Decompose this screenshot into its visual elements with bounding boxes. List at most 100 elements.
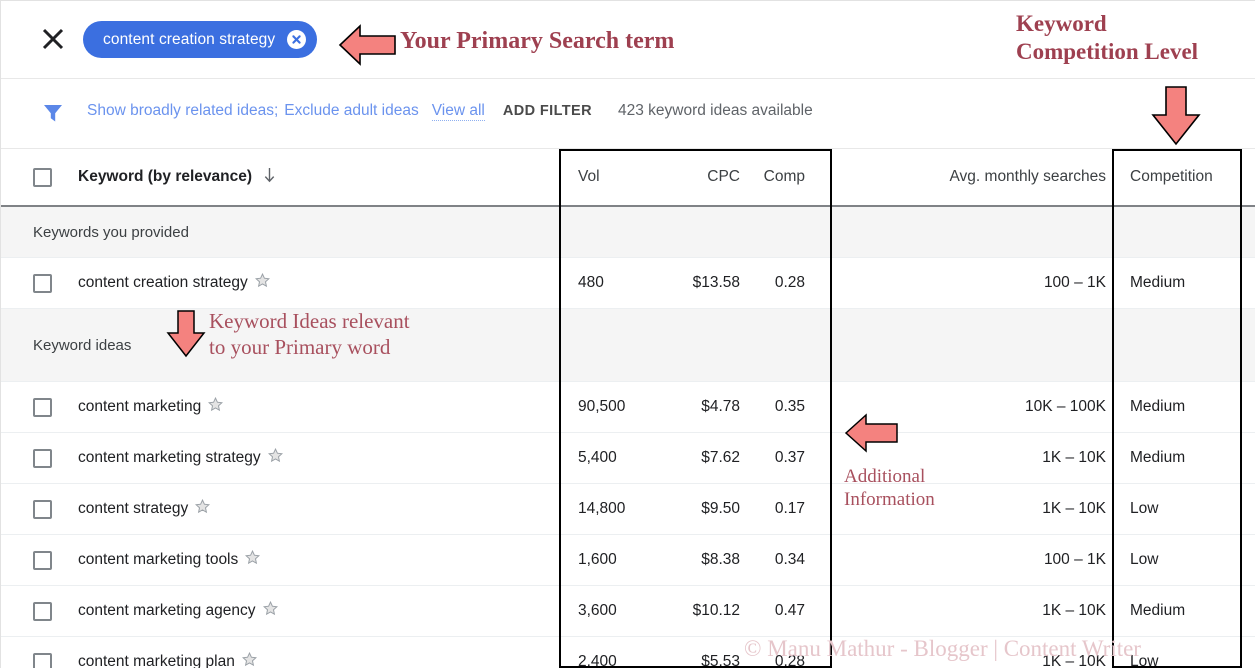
favorite-star-icon[interactable]	[254, 272, 270, 293]
group-cell-cpc	[650, 309, 740, 381]
table-row[interactable]: content creation strategy 480 $13.58 0.2…	[1, 258, 1255, 309]
filter-funnel-icon[interactable]	[42, 102, 64, 124]
row-keyword-cell: content marketing strategy	[1, 433, 560, 483]
group-cell-vol	[560, 309, 650, 381]
row-comp-cell: 0.37	[740, 433, 831, 483]
filter-links-group: Show broadly related ideas; Exclude adul…	[87, 102, 813, 121]
group-row-keywords-you-provided: Keywords you provided	[1, 207, 1255, 258]
row-comp-cell: 0.17	[740, 484, 831, 534]
row-checkbox[interactable]	[33, 273, 52, 293]
favorite-star-icon[interactable]	[208, 396, 224, 417]
group-cell-competition	[1113, 207, 1255, 257]
row-comp-value: 0.28	[774, 653, 805, 668]
row-vol-cell: 5,400	[560, 433, 650, 483]
row-vol-value: 480	[578, 274, 604, 291]
header-cell-avg-monthly-searches[interactable]: Avg. monthly searches	[831, 149, 1113, 205]
row-checkbox[interactable]	[33, 499, 52, 519]
filter-link-broadly-related[interactable]: Show broadly related ideas;	[87, 102, 278, 120]
header-cell-vol[interactable]: Vol	[560, 149, 650, 205]
row-competition-value: Medium	[1130, 274, 1186, 291]
row-cpc-value: $5.53	[701, 653, 740, 668]
row-vol-value: 3,600	[578, 602, 617, 619]
row-keyword-cell: content marketing	[1, 382, 560, 432]
row-comp-cell: 0.34	[740, 535, 831, 585]
table-row[interactable]: content marketing agency 3,600 $10.12 0.47 1…	[1, 586, 1255, 637]
header-cell-competition[interactable]: Competition	[1113, 149, 1255, 205]
row-ams-cell: 1K – 10K	[831, 586, 1113, 636]
row-competition-cell: Medium	[1113, 433, 1255, 483]
row-comp-value: 0.35	[774, 398, 805, 415]
sort-descending-icon[interactable]	[263, 167, 276, 188]
keyword-idea-rows: content marketing 90,500 $4.78 0.35 10K – 10…	[1, 382, 1255, 668]
row-competition-value: Low	[1130, 500, 1159, 517]
row-cpc-cell: $4.78	[650, 382, 740, 432]
row-vol-value: 5,400	[578, 449, 617, 466]
chip-remove-icon[interactable]	[287, 30, 307, 49]
row-comp-value: 0.28	[774, 274, 805, 291]
row-ams-value: 100 – 1K	[1043, 274, 1106, 291]
keyword-ideas-count: 423 keyword ideas available	[617, 102, 813, 119]
row-keyword-label: content strategy	[78, 500, 189, 517]
row-competition-value: Medium	[1130, 449, 1186, 466]
row-vol-value: 2,400	[578, 653, 617, 668]
row-competition-cell: Medium	[1113, 586, 1255, 636]
favorite-star-icon[interactable]	[241, 651, 257, 668]
row-competition-value: Medium	[1130, 398, 1186, 415]
header-cell-cpc[interactable]: CPC	[650, 149, 740, 205]
favorite-star-icon[interactable]	[245, 549, 261, 570]
row-cpc-cell: $7.62	[650, 433, 740, 483]
table-row[interactable]: content marketing plan 2,400 $5.53 0.28 1K –…	[1, 637, 1255, 668]
row-keyword-cell: content marketing agency	[1, 586, 560, 636]
row-vol-value: 90,500	[578, 398, 626, 415]
row-cpc-value: $10.12	[692, 602, 740, 619]
row-cpc-cell: $8.38	[650, 535, 740, 585]
table-row[interactable]: content strategy 14,800 $9.50 0.17 1K – 10K L…	[1, 484, 1255, 535]
row-ams-cell: 1K – 10K	[831, 433, 1113, 483]
row-competition-cell: Low	[1113, 484, 1255, 534]
group-row-keyword-ideas: Keyword ideas	[1, 309, 1255, 382]
row-checkbox[interactable]	[33, 601, 52, 621]
group-label-text: Keyword ideas	[33, 336, 132, 354]
header-cpc-label: CPC	[707, 168, 740, 185]
row-ams-cell: 1K – 10K	[831, 484, 1113, 534]
header-cell-keyword[interactable]: Keyword (by relevance)	[1, 149, 560, 205]
add-filter-button[interactable]: ADD FILTER	[503, 103, 592, 119]
row-competition-value: Low	[1130, 551, 1159, 568]
favorite-star-icon[interactable]	[267, 447, 283, 468]
header-competition-label: Competition	[1130, 168, 1213, 185]
group-cell-cpc	[650, 207, 740, 257]
header-keyword-label: Keyword (by relevance)	[78, 168, 253, 185]
close-icon[interactable]	[40, 26, 66, 52]
favorite-star-icon[interactable]	[262, 600, 278, 621]
group-label-text: Keywords you provided	[33, 223, 189, 241]
row-checkbox[interactable]	[33, 397, 52, 417]
select-all-checkbox[interactable]	[33, 167, 52, 187]
row-keyword-cell: content marketing tools	[1, 535, 560, 585]
row-vol-cell: 90,500	[560, 382, 650, 432]
row-checkbox[interactable]	[33, 550, 52, 570]
row-cpc-cell: $9.50	[650, 484, 740, 534]
row-vol-cell: 1,600	[560, 535, 650, 585]
row-keyword-label: content marketing tools	[78, 551, 239, 568]
header-cell-comp[interactable]: Comp	[740, 149, 831, 205]
filter-link-exclude-adult[interactable]: Exclude adult ideas	[284, 102, 418, 120]
table-row[interactable]: content marketing tools 1,600 $8.38 0.34 100…	[1, 535, 1255, 586]
row-keyword-label: content marketing plan	[78, 653, 235, 668]
row-ams-value: 1K – 10K	[1042, 653, 1106, 668]
row-vol-value: 14,800	[578, 500, 626, 517]
table-header-row: Keyword (by relevance) Vol CPC Comp Avg.…	[1, 149, 1255, 207]
row-ams-value: 1K – 10K	[1042, 449, 1106, 466]
favorite-star-icon[interactable]	[195, 498, 211, 519]
table-row[interactable]: content marketing 90,500 $4.78 0.35 10K – 10…	[1, 382, 1255, 433]
group-cell-vol	[560, 207, 650, 257]
row-comp-cell: 0.47	[740, 586, 831, 636]
row-comp-value: 0.17	[774, 500, 805, 517]
table-row[interactable]: content marketing strategy 5,400 $7.62 0.37…	[1, 433, 1255, 484]
row-keyword-label: content marketing agency	[78, 602, 256, 619]
row-checkbox[interactable]	[33, 652, 52, 668]
row-cpc-cell: $13.58	[650, 258, 740, 308]
row-competition-cell: Medium	[1113, 382, 1255, 432]
row-checkbox[interactable]	[33, 448, 52, 468]
search-term-chip[interactable]: content creation strategy	[83, 21, 318, 58]
view-all-link[interactable]: View all	[431, 102, 485, 121]
